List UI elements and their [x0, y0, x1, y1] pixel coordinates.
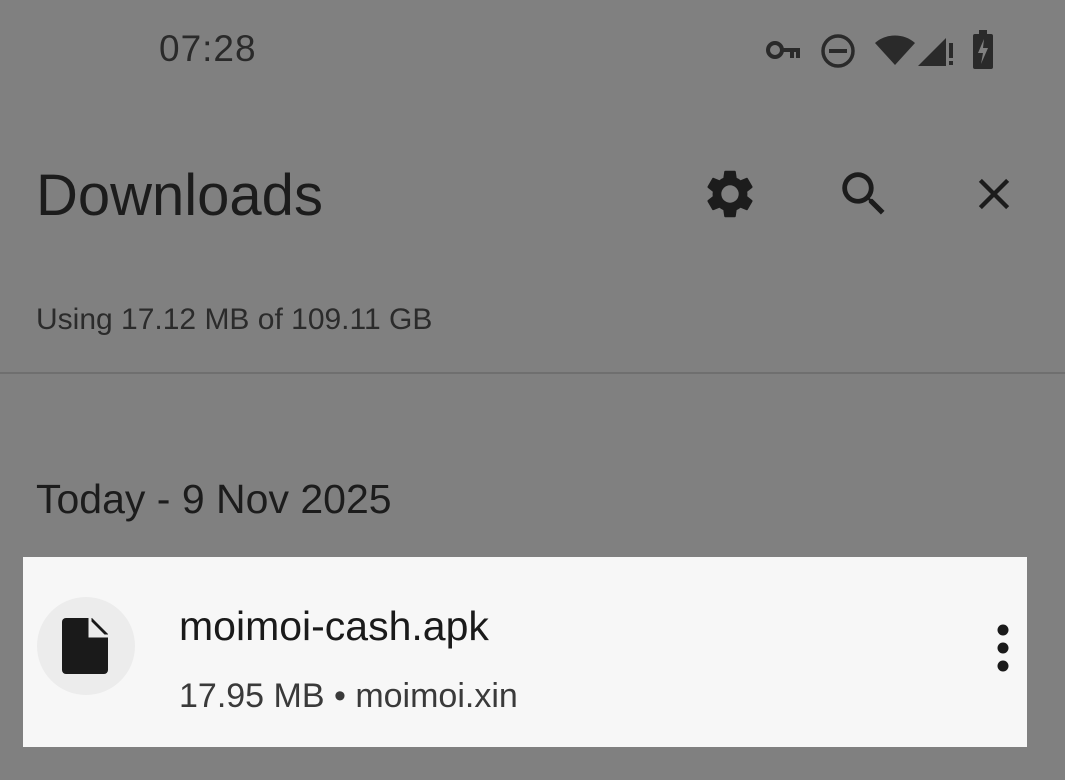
wifi-icon — [875, 35, 915, 65]
search-button[interactable] — [824, 154, 904, 234]
more-vert-icon — [997, 624, 1009, 672]
status-clock: 07:28 — [159, 28, 257, 69]
storage-usage: Using 17.12 MB of 109.11 GB — [36, 303, 433, 336]
download-item[interactable]: moimoi-cash.apk 17.95 MB • moimoi.xin — [23, 557, 1027, 747]
close-icon — [978, 178, 1010, 210]
do-not-disturb-icon — [821, 34, 855, 68]
file-meta: 17.95 MB • moimoi.xin — [179, 677, 518, 715]
settings-button[interactable] — [690, 154, 770, 234]
app-bar: Downloads — [0, 130, 1065, 250]
more-options-button[interactable] — [975, 613, 1031, 683]
status-bar: 07:28 — [0, 0, 1065, 100]
file-icon — [62, 618, 108, 674]
close-button[interactable] — [954, 154, 1034, 234]
gear-icon — [707, 170, 753, 218]
divider — [0, 372, 1065, 374]
file-thumbnail — [37, 597, 135, 695]
date-section-header: Today - 9 Nov 2025 — [36, 476, 392, 522]
cell-signal-icon — [918, 38, 953, 66]
status-icons — [766, 30, 1006, 70]
search-icon — [842, 172, 885, 215]
vpn-key-icon — [766, 41, 800, 59]
file-name: moimoi-cash.apk — [179, 603, 489, 649]
battery-charging-icon — [973, 30, 993, 69]
page-title: Downloads — [36, 163, 323, 228]
